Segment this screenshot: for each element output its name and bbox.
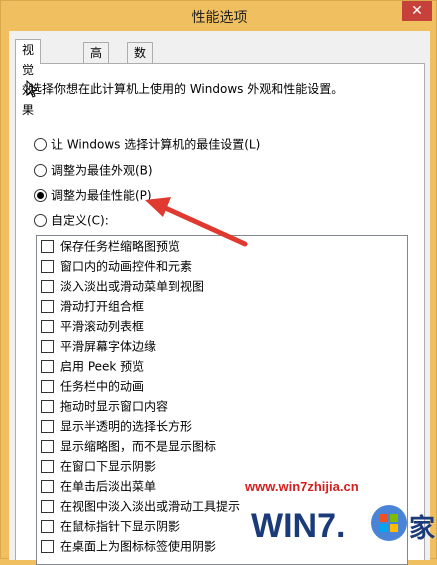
checkbox[interactable] xyxy=(41,480,54,493)
checkbox[interactable] xyxy=(41,540,54,553)
checkbox[interactable] xyxy=(41,240,54,253)
close-button[interactable]: ✕ xyxy=(402,1,432,21)
effect-label: 拖动时显示窗口内容 xyxy=(60,399,169,414)
tab-advanced[interactable]: 高级 xyxy=(83,42,110,80)
checkbox[interactable] xyxy=(41,340,54,353)
checkbox[interactable] xyxy=(41,260,54,273)
checkbox[interactable] xyxy=(41,440,54,453)
effect-label: 保存任务栏缩略图预览 xyxy=(60,239,181,254)
radio-custom[interactable]: 自定义(C): xyxy=(34,210,109,230)
effect-label: 在视图中淡入淡出或滑动工具提示 xyxy=(60,499,241,514)
effect-label: 在桌面上为图标标签使用阴影 xyxy=(60,539,217,554)
effect-label: 滑动打开组合框 xyxy=(60,299,145,314)
radio-best-appearance[interactable]: 调整为最佳外观(B) xyxy=(34,160,153,180)
list-item[interactable]: 平滑滚动列表框 xyxy=(37,316,407,336)
checkbox[interactable] xyxy=(41,380,54,393)
effect-label: 窗口内的动画控件和元素 xyxy=(60,259,193,274)
checkbox[interactable] xyxy=(41,320,54,333)
list-item[interactable]: 平滑屏幕字体边缘 xyxy=(37,336,407,356)
logo-char: 家 xyxy=(409,513,435,544)
radio-button[interactable] xyxy=(34,138,47,151)
radio-best-performance[interactable]: 调整为最佳性能(P) xyxy=(34,185,152,205)
checkbox[interactable] xyxy=(41,280,54,293)
list-item[interactable]: 显示半透明的选择长方形 xyxy=(37,416,407,436)
effect-label: 显示缩略图，而不是显示图标 xyxy=(60,439,217,454)
performance-options-window: 性能选项 ✕ 视觉效果 高级 数据执行保护 选择你想在此计算机上使用的 Wind… xyxy=(0,0,437,565)
effect-label: 在单击后淡出菜单 xyxy=(60,479,157,494)
effect-label: 淡入淡出或滑动菜单到视图 xyxy=(60,279,205,294)
radio-button[interactable] xyxy=(34,164,47,177)
checkbox[interactable] xyxy=(41,460,54,473)
radio-button[interactable] xyxy=(34,214,47,227)
checkbox[interactable] xyxy=(41,420,54,433)
radio-label: 调整为最佳外观(B) xyxy=(51,163,153,178)
list-item[interactable]: 显示缩略图，而不是显示图标 xyxy=(37,436,407,456)
watermark-url: www.win7zhijia.cn xyxy=(245,479,359,494)
window-title: 性能选项 xyxy=(191,10,248,26)
radio-label: 调整为最佳性能(P) xyxy=(51,188,152,203)
radio-label: 让 Windows 选择计算机的最佳设置(L) xyxy=(51,137,261,152)
checkbox[interactable] xyxy=(41,500,54,513)
effect-label: 启用 Peek 预览 xyxy=(60,359,145,374)
tab-visual-effects[interactable]: 视觉效果 xyxy=(15,39,42,117)
checkbox[interactable] xyxy=(41,300,54,313)
list-item[interactable]: 在窗口下显示阴影 xyxy=(37,456,407,476)
title-bar[interactable]: 性能选项 ✕ xyxy=(1,1,437,31)
list-item[interactable]: 任务栏中的动画 xyxy=(37,376,407,396)
checkbox[interactable] xyxy=(41,360,54,373)
list-item[interactable]: 滑动打开组合框 xyxy=(37,296,407,316)
effect-label: 平滑屏幕字体边缘 xyxy=(60,339,157,354)
checkbox[interactable] xyxy=(41,520,54,533)
radio-label: 自定义(C): xyxy=(51,213,109,228)
description-text: 选择你想在此计算机上使用的 Windows 外观和性能设置。 xyxy=(30,82,344,96)
radio-let-windows-choose[interactable]: 让 Windows 选择计算机的最佳设置(L) xyxy=(34,134,260,154)
effect-label: 平滑滚动列表框 xyxy=(60,319,145,334)
win7-logo-watermark: WIN7. 家 xyxy=(251,505,435,545)
effect-label: 任务栏中的动画 xyxy=(60,379,145,394)
list-item[interactable]: 淡入淡出或滑动菜单到视图 xyxy=(37,276,407,296)
radio-button-selected[interactable] xyxy=(34,189,47,202)
effect-label: 显示半透明的选择长方形 xyxy=(60,419,193,434)
list-item[interactable]: 拖动时显示窗口内容 xyxy=(37,396,407,416)
tab-data-execution-prevention[interactable]: 数据执行保护 xyxy=(127,42,154,160)
effect-label: 在鼠标指针下显示阴影 xyxy=(60,519,181,534)
logo-text: WIN7. xyxy=(251,507,345,545)
list-item[interactable]: 保存任务栏缩略图预览 xyxy=(37,236,407,256)
dialog-client: 视觉效果 高级 数据执行保护 选择你想在此计算机上使用的 Windows 外观和… xyxy=(9,31,430,565)
effect-label: 在窗口下显示阴影 xyxy=(60,459,157,474)
checkbox[interactable] xyxy=(41,400,54,413)
list-item[interactable]: 启用 Peek 预览 xyxy=(37,356,407,376)
visual-effects-panel: 选择你想在此计算机上使用的 Windows 外观和性能设置。 让 Windows… xyxy=(15,63,425,565)
list-item[interactable]: 窗口内的动画控件和元素 xyxy=(37,256,407,276)
